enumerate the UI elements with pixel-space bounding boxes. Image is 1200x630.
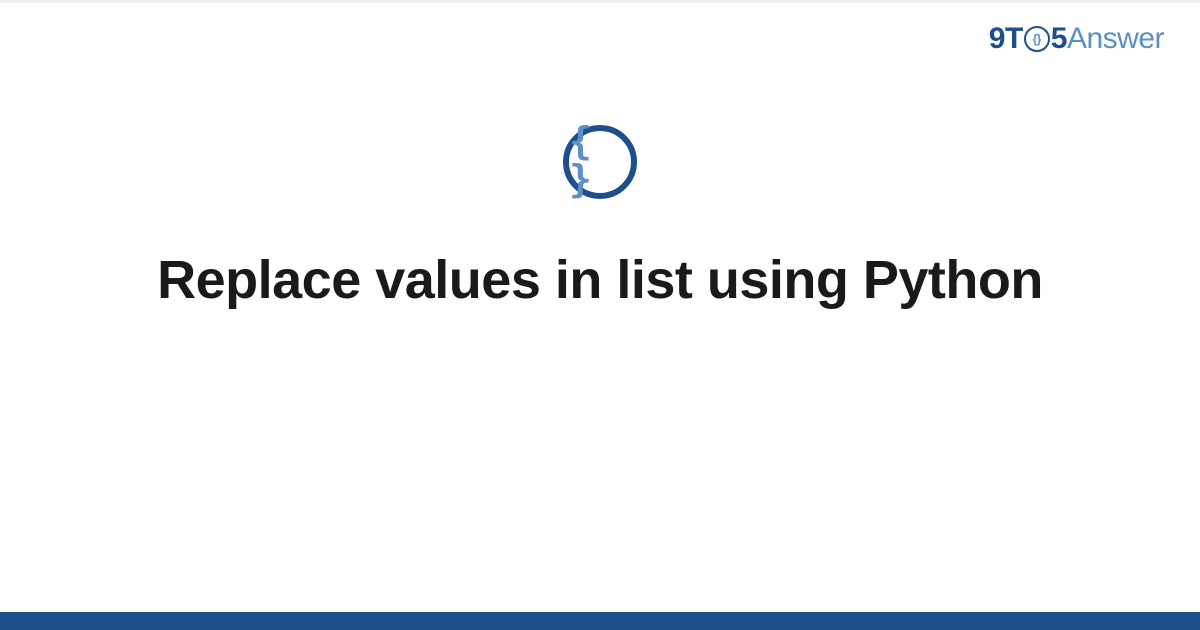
logo-nine: 9 [989, 22, 1005, 56]
logo-five: 5 [1051, 22, 1067, 56]
hero-section: { } Replace values in list using Python [0, 125, 1200, 315]
logo-o-braces: {} [1033, 33, 1041, 45]
logo-answer: Answer [1067, 22, 1164, 56]
logo-o-badge: {} [1024, 26, 1050, 52]
logo-o-ring: {} [1024, 26, 1050, 52]
page-title: Replace values in list using Python [157, 247, 1043, 315]
top-light-bar [0, 0, 1200, 3]
site-logo[interactable]: 9 T {} 5 Answer [989, 22, 1164, 56]
logo-t: T [1005, 22, 1023, 56]
code-braces-icon: { } [563, 125, 637, 199]
braces-glyph: { } [569, 122, 631, 198]
footer-accent-bar [0, 612, 1200, 630]
